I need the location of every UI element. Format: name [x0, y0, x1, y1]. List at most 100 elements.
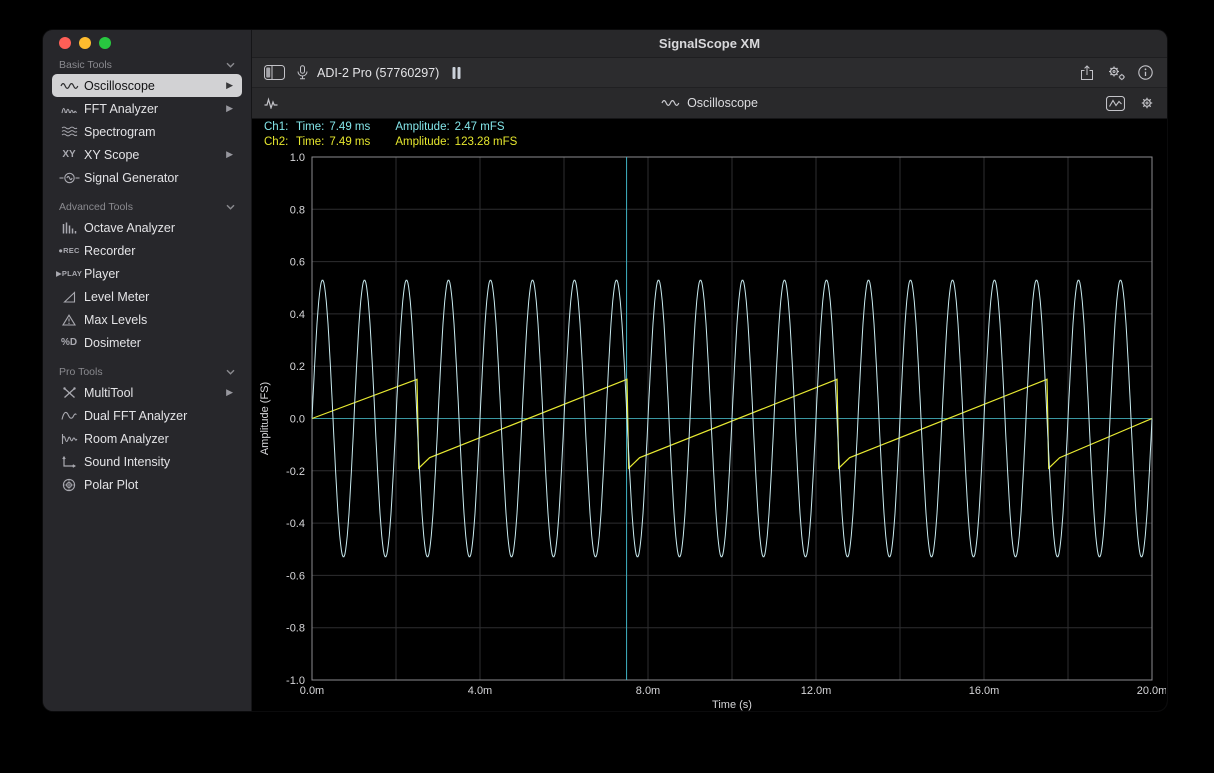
ch2-time-value: 7.49 ms: [329, 135, 395, 150]
svg-text:1.0: 1.0: [290, 152, 305, 164]
sidebar-item-label: Sound Intensity: [84, 455, 236, 469]
share-button[interactable]: [1080, 65, 1094, 81]
sidebar-item-level-meter[interactable]: Level Meter: [52, 285, 242, 308]
signal-chain-button[interactable]: [264, 97, 280, 109]
sidebar-item-label: Spectrogram: [84, 125, 236, 139]
cursor-readout: Ch1:Time:7.49 msAmplitude:2.47 mFS Ch2:T…: [252, 119, 1167, 150]
svg-text:4.0m: 4.0m: [468, 685, 492, 697]
close-button[interactable]: [59, 37, 71, 49]
section-label: Basic Tools: [59, 59, 112, 71]
svg-text:16.0m: 16.0m: [969, 685, 1000, 697]
sidebar-item-oscilloscope[interactable]: Oscilloscope ▶: [52, 74, 242, 97]
sidebar-item-label: XY Scope: [84, 148, 226, 162]
svg-text:Amplitude (FS): Amplitude (FS): [259, 382, 271, 455]
chevron-down-icon: [226, 369, 235, 375]
sidebar-item-signal-generator[interactable]: Signal Generator: [52, 166, 242, 189]
axes-arrows-icon: [54, 456, 84, 468]
sidebar-item-label: Player: [84, 267, 236, 281]
impulse-decay-icon: [54, 433, 84, 445]
sidebar-item-player[interactable]: ▶PLAY Player: [52, 262, 242, 285]
sidebar-section-advanced-tools[interactable]: Advanced Tools: [52, 198, 242, 216]
sidebar-section-basic-tools[interactable]: Basic Tools: [52, 56, 242, 74]
svg-text:0.0m: 0.0m: [300, 685, 324, 697]
ch1-amplitude-value: 2.47 mFS: [455, 121, 505, 133]
view-title-label: Oscilloscope: [687, 96, 758, 110]
sine-wave-icon: [54, 81, 84, 91]
device-toolbar: ADI-2 Pro (57760297): [252, 57, 1167, 87]
pause-button[interactable]: [452, 67, 461, 79]
sidebar-item-label: Recorder: [84, 244, 236, 258]
play-button[interactable]: ▶: [226, 103, 236, 114]
sidebar-item-label: Max Levels: [84, 313, 236, 327]
section-label: Advanced Tools: [59, 201, 133, 213]
sidebar-item-label: Level Meter: [84, 290, 236, 304]
view-settings-gear-icon[interactable]: [1139, 95, 1155, 111]
svg-text:0.8: 0.8: [290, 204, 305, 216]
sidebar-item-spectrogram[interactable]: Spectrogram: [52, 120, 242, 143]
play-button[interactable]: ▶: [226, 80, 236, 91]
title-bar: SignalScope XM: [252, 30, 1167, 57]
sidebar-item-fft-analyzer[interactable]: FFT Analyzer ▶: [52, 97, 242, 120]
signal-generator-icon: [54, 172, 84, 184]
dosimeter-icon: %D: [54, 337, 84, 348]
svg-text:8.0m: 8.0m: [636, 685, 660, 697]
play-button[interactable]: ▶: [226, 387, 236, 398]
sidebar-toggle-button[interactable]: [264, 65, 285, 80]
ch1-time-value: 7.49 ms: [329, 120, 395, 135]
svg-text:-0.6: -0.6: [286, 570, 305, 582]
xy-icon: XY: [54, 149, 84, 160]
sidebar-item-sound-intensity[interactable]: Sound Intensity: [52, 450, 242, 473]
svg-text:20.0m: 20.0m: [1137, 685, 1166, 697]
svg-text:-0.2: -0.2: [286, 466, 305, 478]
zoom-button[interactable]: [99, 37, 111, 49]
svg-text:0.4: 0.4: [290, 309, 305, 321]
record-icon: ●REC: [54, 246, 84, 255]
amplitude-label: Amplitude:: [395, 136, 449, 148]
input-device-icon[interactable]: [297, 65, 308, 80]
traffic-lights: [43, 30, 251, 56]
chevron-down-icon: [226, 204, 235, 210]
sidebar-item-max-levels[interactable]: Max Levels: [52, 308, 242, 331]
warning-triangle-icon: [54, 314, 84, 326]
transfer-curve-icon: [54, 410, 84, 421]
ch2-label: Ch2:: [264, 135, 296, 150]
octave-bars-icon: [54, 222, 84, 234]
app-window: Basic Tools Oscilloscope ▶ FFT Analyzer …: [43, 30, 1167, 711]
sidebar-item-recorder[interactable]: ●REC Recorder: [52, 239, 242, 262]
display-options-button[interactable]: [1106, 96, 1125, 111]
svg-text:-0.8: -0.8: [286, 623, 305, 635]
amplitude-label: Amplitude:: [395, 121, 449, 133]
svg-text:0.0: 0.0: [290, 414, 305, 426]
sidebar-section-pro-tools[interactable]: Pro Tools: [52, 363, 242, 381]
sidebar-item-dosimeter[interactable]: %D Dosimeter: [52, 331, 242, 354]
sidebar-item-label: Dosimeter: [84, 336, 236, 350]
fft-spectrum-icon: [54, 103, 84, 114]
sidebar: Basic Tools Oscilloscope ▶ FFT Analyzer …: [43, 30, 252, 711]
view-toolbar: Oscilloscope: [252, 87, 1167, 119]
ch2-readout: Ch2:Time:7.49 msAmplitude:123.28 mFS: [264, 135, 1167, 150]
window-title: SignalScope XM: [659, 36, 760, 51]
ch1-label: Ch1:: [264, 120, 296, 135]
svg-text:0.2: 0.2: [290, 361, 305, 373]
ch2-amplitude-value: 123.28 mFS: [455, 136, 518, 148]
chevron-down-icon: [226, 62, 235, 68]
info-button[interactable]: [1138, 65, 1153, 80]
sidebar-item-dual-fft-analyzer[interactable]: Dual FFT Analyzer: [52, 404, 242, 427]
sidebar-item-label: Room Analyzer: [84, 432, 236, 446]
sidebar-item-polar-plot[interactable]: Polar Plot: [52, 473, 242, 496]
polar-target-icon: [54, 478, 84, 492]
device-name[interactable]: ADI-2 Pro (57760297): [317, 66, 439, 80]
oscilloscope-plot[interactable]: 1.00.80.60.40.20.0-0.2-0.4-0.6-0.8-1.00.…: [252, 150, 1167, 711]
sidebar-item-xy-scope[interactable]: XY XY Scope ▶: [52, 143, 242, 166]
play-button[interactable]: ▶: [226, 149, 236, 160]
minimize-button[interactable]: [79, 37, 91, 49]
gear-badge-icon[interactable]: [1106, 64, 1126, 81]
sine-wave-icon: [661, 98, 680, 108]
sidebar-item-room-analyzer[interactable]: Room Analyzer: [52, 427, 242, 450]
sidebar-item-label: Dual FFT Analyzer: [84, 409, 236, 423]
time-label: Time:: [296, 121, 324, 133]
sidebar-item-multitool[interactable]: MultiTool ▶: [52, 381, 242, 404]
sidebar-item-label: Signal Generator: [84, 171, 236, 185]
sidebar-item-octave-analyzer[interactable]: Octave Analyzer: [52, 216, 242, 239]
sidebar-item-label: Polar Plot: [84, 478, 236, 492]
